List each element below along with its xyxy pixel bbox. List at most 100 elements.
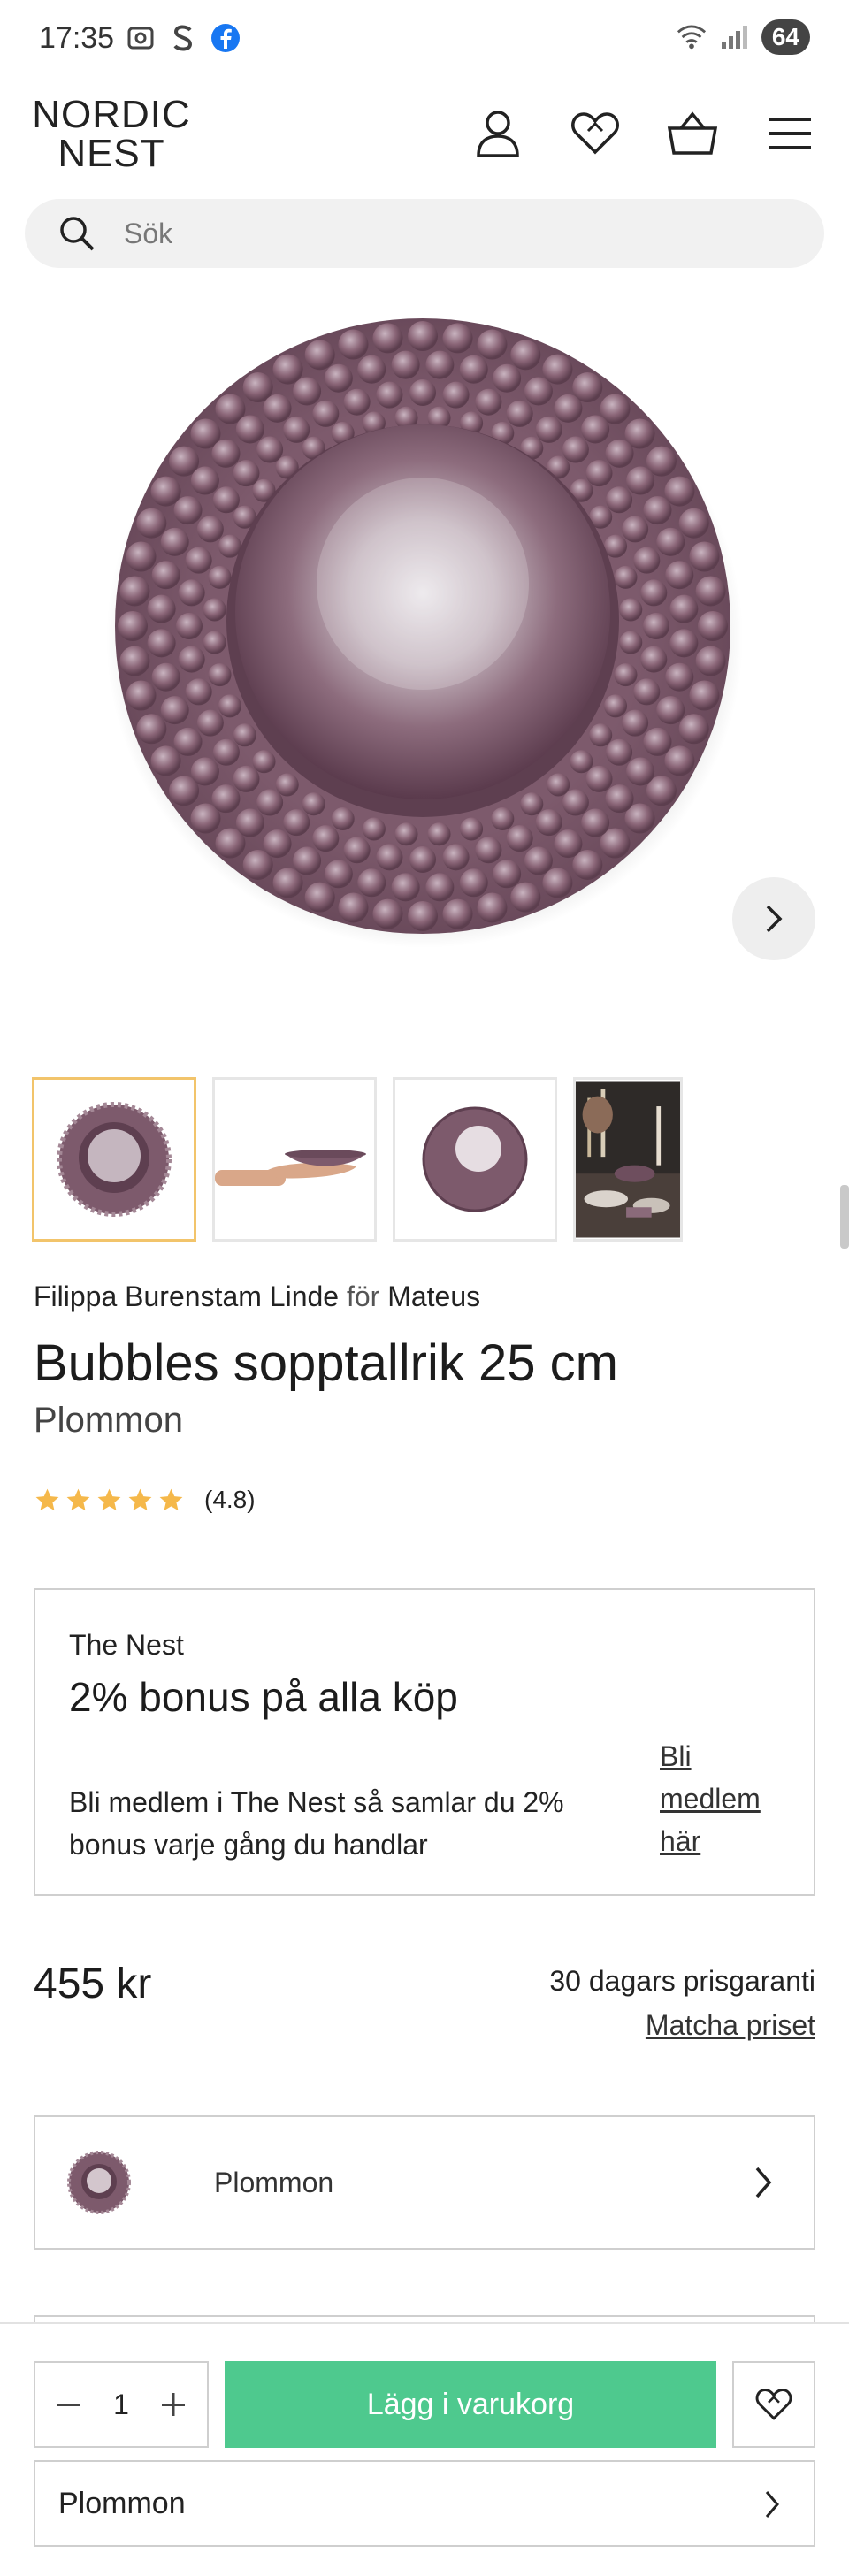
bowl-bubble	[211, 784, 241, 814]
bowl-bubble	[331, 807, 355, 831]
user-icon[interactable]	[470, 106, 525, 161]
product-variant: Plommon	[34, 1401, 183, 1440]
bowl-bubble	[520, 792, 544, 816]
bowl-bubble	[427, 822, 451, 846]
bowl-bubble	[665, 662, 694, 692]
bowl-bubble	[160, 527, 189, 556]
bowl-bubble	[442, 844, 470, 871]
bowl-bubble	[542, 354, 573, 385]
bowl-bubble	[338, 329, 369, 360]
bowl-bubble	[190, 466, 219, 495]
bowl-bubble	[614, 663, 638, 687]
bowl-bubble	[689, 680, 720, 711]
page-scroll-indicator[interactable]	[840, 1185, 849, 1249]
bowl-bubble	[312, 400, 340, 427]
add-to-wishlist-button[interactable]	[732, 2361, 815, 2448]
gallery-next-button[interactable]	[732, 877, 815, 960]
bowl-bubble	[211, 439, 241, 468]
variant-selector[interactable]: Plommon	[34, 2115, 815, 2250]
bowl-bubble	[208, 565, 232, 589]
thumbnail-strip	[32, 1077, 683, 1242]
bowl-bubble	[343, 388, 371, 416]
bowl-bubble	[376, 381, 403, 409]
bowl-bubble	[619, 631, 643, 654]
bowl-bubble	[477, 892, 508, 923]
quantity-value[interactable]: 1	[113, 2389, 129, 2421]
menu-icon[interactable]	[762, 106, 817, 161]
bowl-bubble	[176, 613, 203, 639]
bowl-bubble	[119, 576, 150, 607]
chevron-right-icon	[765, 2491, 779, 2518]
bowl-bubble	[233, 723, 256, 747]
bowl-bubble	[391, 873, 420, 902]
nest-description: Bli medlem i The Nest så samlar du 2% bo…	[69, 1786, 564, 1861]
star-icon	[159, 1488, 183, 1510]
product-rating[interactable]: (4.8)	[34, 1486, 256, 1514]
thumbnail-bowl-hand[interactable]	[212, 1077, 377, 1242]
thumbnail-table-photo[interactable]	[573, 1077, 683, 1242]
nordic-nest-logo[interactable]: NORDIC NEST	[32, 96, 191, 173]
bowl-bubble	[643, 727, 672, 756]
price-guarantee: 30 dagars prisgaranti	[549, 1965, 815, 1997]
bowl-bubble	[324, 860, 353, 889]
bowl-bubble	[126, 680, 157, 711]
nest-join-link[interactable]: Bli medlem här	[660, 1735, 792, 1862]
bowl-bubble	[493, 363, 522, 393]
bowl-bubble	[689, 541, 720, 572]
bowl-bubble	[581, 808, 610, 837]
bowl-bubble	[669, 629, 699, 658]
search-icon	[58, 215, 96, 252]
bowl-bubble	[304, 340, 335, 371]
basket-icon[interactable]	[665, 106, 720, 161]
bowl-bubble	[283, 416, 310, 443]
search-input[interactable]	[124, 217, 743, 250]
bowl-bubble	[372, 323, 403, 354]
for-word: för	[346, 1280, 380, 1312]
bowl-bubble	[212, 486, 240, 514]
bowl-bubble	[293, 377, 322, 406]
bowl-bubble	[173, 496, 203, 525]
quantity-decrease-button[interactable]	[51, 2387, 87, 2422]
add-to-cart-button[interactable]: Lägg i varukorg	[225, 2361, 716, 2448]
bowl-bubble	[633, 678, 661, 706]
bowl-bubble	[669, 594, 699, 623]
bowl-bubble	[585, 460, 613, 487]
bowl-bubble	[233, 460, 260, 487]
bowl-bubble	[633, 547, 661, 574]
bowl-bubble	[604, 694, 628, 718]
thumb-bowl-hand-image	[215, 1150, 366, 1186]
bowl-bubble	[196, 516, 224, 543]
quantity-increase-button[interactable]	[156, 2387, 191, 2422]
bowl-bubble	[678, 714, 709, 745]
bowl-bubble	[136, 508, 167, 539]
bowl-bubble	[324, 363, 353, 393]
bowl-bubble	[173, 727, 203, 756]
bowl-bubble	[118, 611, 148, 641]
chevron-right-icon	[766, 905, 783, 933]
match-price-link[interactable]: Matcha priset	[646, 2009, 815, 2042]
nest-brand: The Nest	[69, 1629, 184, 1661]
bowl-bubble	[442, 323, 473, 354]
bowl-bubble	[233, 765, 260, 792]
bowl-bubble	[338, 892, 369, 923]
search-bar[interactable]	[25, 199, 824, 268]
bowl-bubble	[459, 355, 488, 384]
bowl-bubble	[372, 898, 403, 929]
bowl-bubble	[275, 773, 299, 797]
wishlist-heart-icon[interactable]	[568, 106, 623, 161]
bowl-bubble	[235, 808, 264, 837]
designer-link[interactable]: Filippa Burenstam Linde	[34, 1280, 339, 1312]
bowl-bubble	[510, 340, 541, 371]
bowl-bubble	[506, 825, 533, 852]
bowl-bubble	[542, 868, 573, 898]
thumbnail-bowl-top[interactable]	[32, 1077, 196, 1242]
bowl-bubble	[589, 723, 613, 747]
sticky-variant-selector[interactable]: Plommon	[34, 2460, 815, 2547]
thumbnail-bowl-plate[interactable]	[393, 1077, 557, 1242]
wifi-icon	[677, 22, 707, 52]
bowl-bubble	[678, 508, 709, 539]
bowl-bubble	[425, 350, 455, 379]
brand-link[interactable]: Mateus	[387, 1280, 480, 1312]
product-image-gallery[interactable]	[0, 292, 849, 1035]
bowl-bubble	[698, 611, 728, 641]
